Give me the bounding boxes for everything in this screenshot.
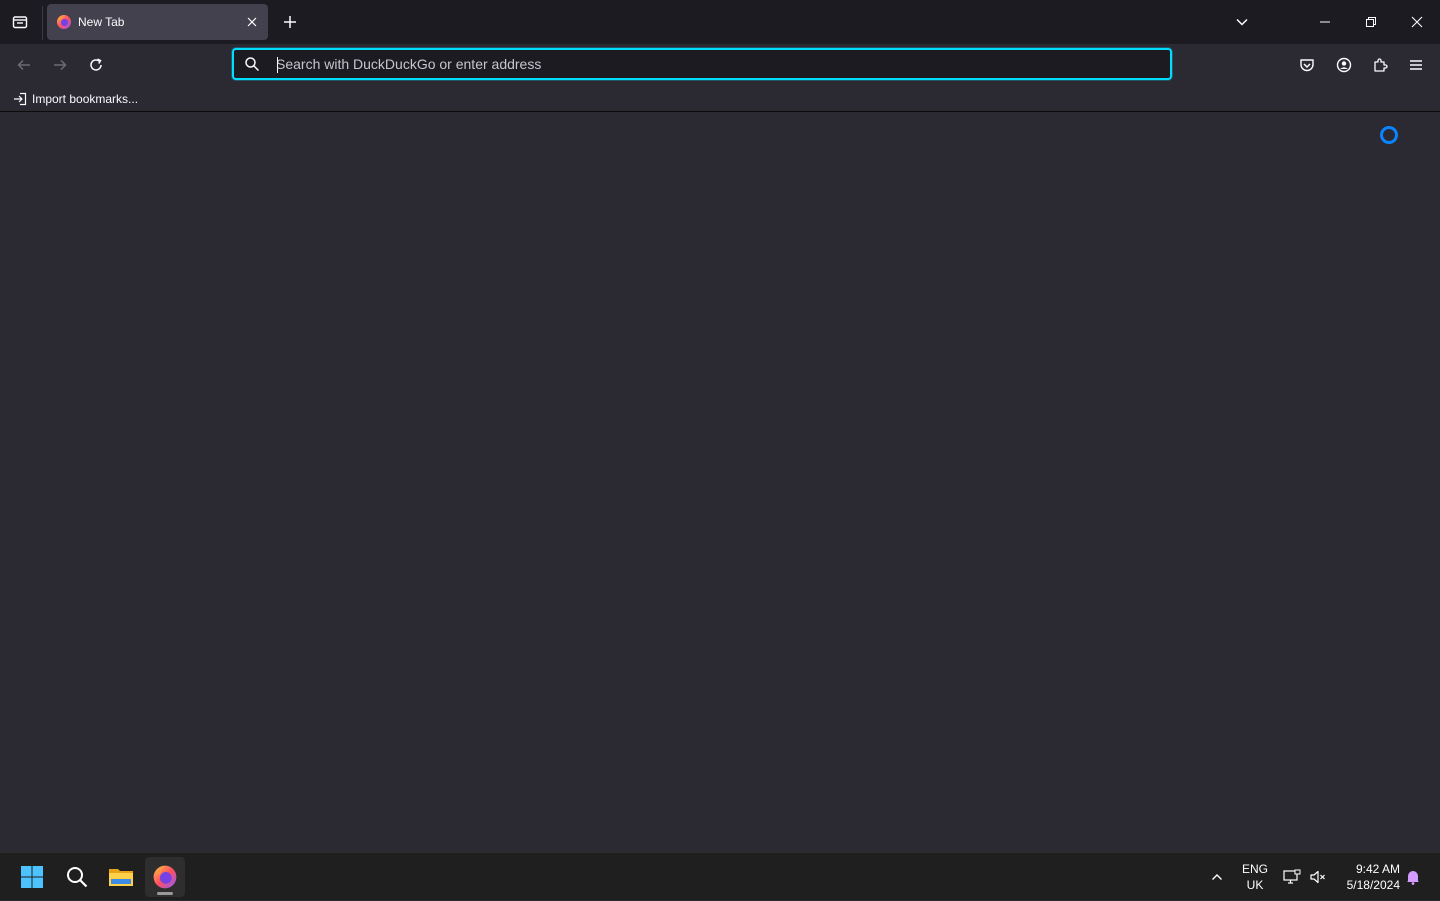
text-caret	[277, 57, 278, 73]
list-all-tabs-button[interactable]	[1228, 8, 1256, 36]
reload-icon	[90, 58, 102, 71]
new-tab-button[interactable]	[276, 8, 304, 36]
taskbar: ENG UK 9:42 AM 5/18/2024	[0, 852, 1440, 900]
language-code: ENG	[1241, 862, 1268, 876]
account-button[interactable]	[1329, 50, 1359, 80]
back-button[interactable]	[9, 50, 39, 80]
firefox-icon	[57, 15, 71, 29]
network-status-button[interactable]	[1280, 853, 1304, 901]
reload-button[interactable]	[81, 50, 111, 80]
restore-icon	[1366, 17, 1376, 27]
plus-icon	[284, 16, 296, 28]
pocket-icon	[1300, 59, 1314, 72]
network-icon	[1283, 869, 1301, 884]
page-content	[0, 113, 1440, 852]
hamburger-menu-icon	[1410, 60, 1422, 70]
firefox-view-button[interactable]	[4, 6, 36, 38]
forward-button[interactable]	[45, 50, 75, 80]
search-icon	[67, 867, 88, 888]
tab-strip: New Tab	[0, 0, 1440, 44]
clock[interactable]: 9:42 AM 5/18/2024	[1336, 853, 1400, 901]
start-button[interactable]	[12, 857, 52, 897]
firefox-taskbar-button[interactable]	[145, 857, 185, 897]
folder-icon	[109, 869, 133, 886]
chevron-up-icon	[1212, 874, 1222, 880]
bookmarks-toolbar: Import bookmarks...	[0, 86, 1440, 112]
navigation-toolbar	[0, 44, 1440, 86]
speaker-muted-icon	[1310, 870, 1325, 884]
notifications-button[interactable]	[1402, 853, 1424, 901]
tab-new-tab[interactable]: New Tab	[47, 4, 268, 40]
import-bookmarks-button[interactable]: Import bookmarks...	[8, 88, 143, 110]
app-menu-button[interactable]	[1401, 50, 1431, 80]
windows-logo-icon	[21, 866, 43, 888]
firefox-icon	[153, 865, 177, 889]
volume-button[interactable]	[1306, 853, 1330, 901]
restore-button[interactable]	[1348, 0, 1394, 44]
minimize-button[interactable]	[1302, 0, 1348, 44]
running-indicator	[157, 892, 173, 895]
show-hidden-icons-button[interactable]	[1202, 853, 1232, 901]
keyboard-layout: UK	[1246, 878, 1264, 892]
chevron-down-icon	[1236, 18, 1248, 26]
address-input[interactable]	[270, 51, 1170, 77]
tab-title: New Tab	[78, 15, 125, 29]
search-icon	[234, 56, 270, 72]
file-explorer-button[interactable]	[101, 857, 141, 897]
account-icon	[1336, 57, 1352, 73]
arrow-right-icon	[54, 59, 67, 71]
close-icon	[247, 17, 257, 27]
tab-divider	[42, 6, 43, 40]
language-indicator[interactable]: ENG UK	[1236, 853, 1274, 901]
extensions-icon	[1374, 58, 1388, 72]
minimize-icon	[1320, 21, 1330, 23]
firefox-view-icon	[12, 16, 28, 29]
extensions-button[interactable]	[1365, 50, 1395, 80]
bell-icon	[1407, 871, 1419, 885]
clock-time: 9:42 AM	[1355, 862, 1400, 876]
import-icon	[14, 92, 27, 106]
clock-date: 5/18/2024	[1346, 878, 1400, 892]
taskbar-search-button[interactable]	[57, 857, 97, 897]
pocket-button[interactable]	[1292, 50, 1322, 80]
tab-close-button[interactable]	[244, 14, 260, 30]
close-icon	[1411, 16, 1423, 28]
loading-spinner-icon	[1380, 126, 1398, 144]
arrow-left-icon	[17, 59, 30, 71]
import-bookmarks-label: Import bookmarks...	[32, 92, 139, 106]
close-window-button[interactable]	[1394, 0, 1440, 44]
address-bar[interactable]	[232, 48, 1172, 80]
